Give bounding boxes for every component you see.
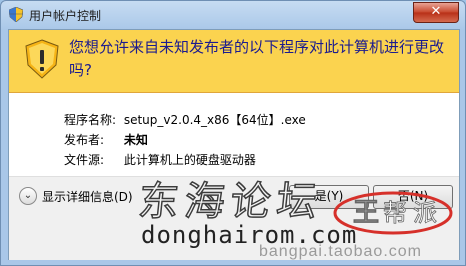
file-source-label: 文件源:: [64, 153, 105, 167]
close-icon: ✕: [430, 4, 442, 19]
file-source-row: 文件源: 此计算机上的硬盘驱动器: [64, 150, 306, 170]
uac-dialog: 用户帐户控制 ✕ 您想允许来自未知发布者的以下程序对此计算机进行更改吗? 程序名…: [0, 0, 466, 266]
window-title: 用户帐户控制: [29, 9, 102, 23]
warning-shield-icon: [25, 39, 59, 79]
file-source-value: 此计算机上的硬盘驱动器: [123, 153, 256, 167]
logo-char-1: 帮: [383, 199, 407, 227]
show-details-toggle[interactable]: 显示详细信息(D): [42, 188, 133, 205]
publisher-label: 发布者:: [64, 133, 105, 147]
shield-icon: [9, 7, 23, 22]
uac-question: 您想允许来自未知发布者的以下程序对此计算机进行更改吗?: [69, 38, 445, 79]
program-name-value: setup_v2.0.4_x86【64位】.exe: [123, 113, 306, 127]
warning-banner: 您想允许来自未知发布者的以下程序对此计算机进行更改吗?: [9, 30, 459, 93]
watermark-url: bangpai.taobao.com: [259, 243, 422, 260]
svg-text:王: 王: [353, 198, 379, 228]
publisher-value: 未知: [123, 133, 148, 147]
close-button[interactable]: ✕: [413, 2, 459, 23]
chevron-down-icon[interactable]: ⌄: [19, 187, 37, 205]
logo-char-2: 派: [413, 199, 437, 227]
watermark-title: 东海论坛: [135, 178, 325, 226]
program-name-label: 程序名称:: [64, 113, 117, 127]
title-bar[interactable]: 用户帐户控制 ✕: [1, 1, 465, 29]
bangpai-logo: 王 帮 派: [333, 191, 453, 235]
publisher-row: 发布者: 未知: [64, 130, 306, 150]
program-details: 程序名称: setup_v2.0.4_x86【64位】.exe 发布者: 未知 …: [64, 110, 306, 170]
program-name-row: 程序名称: setup_v2.0.4_x86【64位】.exe: [64, 110, 306, 130]
